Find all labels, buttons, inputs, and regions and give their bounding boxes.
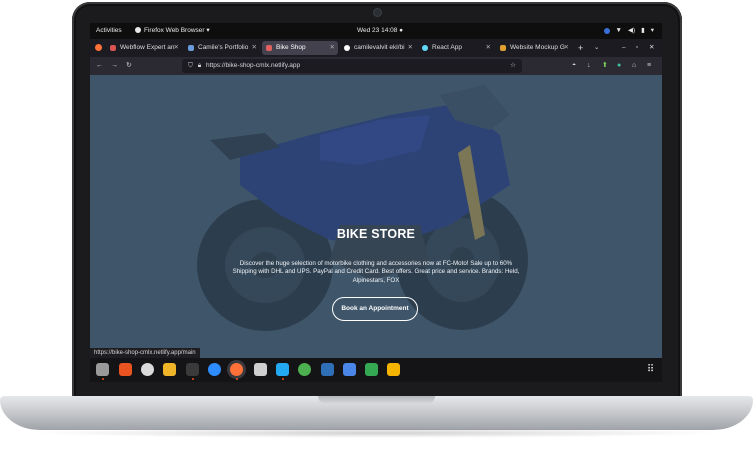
close-tab-icon[interactable]: ✕ [174,41,179,55]
url-text: https://bike-shop-cmlx.netlify.app [205,62,301,69]
running-indicator [192,378,194,380]
activities-button[interactable]: Activities [96,23,122,39]
forward-icon[interactable]: → [111,57,118,75]
screenshot-icon[interactable] [254,363,267,376]
laptop-notch [318,396,435,404]
minimize-icon[interactable]: – [622,41,626,55]
app-menu[interactable]: Firefox Web Browser ▾ [135,23,210,39]
tab-title: Camile's Portfolio [198,44,249,51]
vscode-icon[interactable] [276,363,289,376]
lock-icon: 🔒︎ [197,62,202,69]
chrome-2-icon[interactable] [298,363,311,376]
tab-react-app[interactable]: React App ✕ [418,41,494,55]
software-icon[interactable] [119,363,132,376]
reload-icon[interactable]: ↻ [126,57,132,75]
firefox-view-icon[interactable] [95,44,102,51]
firefox-icon [135,27,141,34]
docs-icon[interactable] [343,363,356,376]
shield-icon: ⛉ [188,62,193,69]
zoom-icon[interactable] [208,363,221,376]
downloads-icon[interactable]: ↓ [587,57,591,75]
terminal-icon[interactable] [186,363,199,376]
dock: ⠿ [90,358,662,382]
slack-icon[interactable] [163,363,176,376]
files-icon[interactable] [96,363,109,376]
kite-icon[interactable] [321,363,334,376]
slides-icon[interactable] [387,363,400,376]
laptop-shadow [30,428,723,438]
tab-bike-shop[interactable]: Bike Shop ✕ [262,41,338,55]
tab-favicon-icon [266,45,272,51]
chrome-icon[interactable] [141,363,154,376]
tab-github[interactable]: camilevalvit ekl/bi ✕ [340,41,416,55]
firefox-icon[interactable] [230,363,243,376]
clock-label: Wed 23 14:08 [357,27,398,34]
address-bar[interactable]: ⛉ 🔒︎ https://bike-shop-cmlx.netlify.app … [182,59,522,73]
github-icon [344,45,350,51]
tab-favicon-icon [188,45,194,51]
close-tab-icon[interactable]: ✕ [564,41,569,55]
tab-website-mockup[interactable]: Website Mockup G ✕ [496,41,572,55]
tab-title: React App [432,44,462,51]
hero-description: Discover the huge selection of motorbike… [232,260,520,284]
running-indicator [102,378,104,380]
page-viewport: BIKE STORE Discover the huge selection o… [90,75,662,358]
react-icon [422,45,428,51]
new-tab-icon[interactable]: + [578,41,583,55]
system-top-bar: Activities Firefox Web Browser ▾ Wed 23 … [90,23,662,39]
page-title: BIKE STORE [336,227,416,241]
system-tray[interactable]: ▼ ◀) ▮ ▾ [603,23,654,39]
tab-title: Webflow Expert an [120,44,175,51]
sheets-icon[interactable] [365,363,378,376]
network-icon[interactable]: ▼ [616,23,622,39]
close-window-icon[interactable]: ✕ [649,41,654,55]
tab-title: Website Mockup G [510,44,565,51]
link-status-bar: https://bike-shop-cmlx.netlify.app/main [90,348,200,358]
app-menu-label: Firefox Web Browser [144,27,205,34]
extension-icon[interactable]: ⬆ [602,57,608,75]
tab-portfolio[interactable]: Camile's Portfolio ✕ [184,41,260,55]
close-tab-icon[interactable]: ✕ [252,41,257,55]
close-tab-icon[interactable]: ✕ [330,41,335,55]
battery-icon[interactable]: ▮ [641,23,645,39]
tab-webflow[interactable]: Webflow Expert an ✕ [106,41,182,55]
running-indicator [282,378,284,380]
app-grid-icon[interactable]: ⠿ [644,363,657,376]
tab-title: Bike Shop [276,44,306,51]
power-icon[interactable]: ▾ [651,23,654,39]
bookmark-star-icon[interactable]: ☆ [510,59,516,73]
tab-favicon-icon [500,45,506,51]
list-tabs-icon[interactable]: ⌄ [594,41,599,55]
running-indicator [236,378,238,380]
browser-nav-bar: ← → ↻ ⛉ 🔒︎ https://bike-shop-cmlx.netlif… [90,57,662,75]
back-icon[interactable]: ← [96,57,103,75]
maximize-icon[interactable]: ▫ [636,41,638,55]
screen: Activities Firefox Web Browser ▾ Wed 23 … [90,23,662,382]
camera-icon [374,9,381,16]
browser-tab-strip: Webflow Expert an ✕ Camile's Portfolio ✕… [90,39,662,57]
vpn-extension-icon[interactable]: ● [617,57,621,75]
clock[interactable]: Wed 23 14:08 ● [357,23,403,39]
pocket-icon[interactable]: ◓ [572,57,576,75]
book-appointment-button[interactable]: Book an Appointment [332,297,418,321]
home-icon[interactable]: ⌂ [632,57,636,75]
user-avatar-icon[interactable] [603,28,610,34]
close-tab-icon[interactable]: ✕ [486,41,491,55]
menu-icon[interactable]: ≡ [647,57,651,75]
close-tab-icon[interactable]: ✕ [408,41,413,55]
tab-title: camilevalvit ekl/bi [354,44,405,51]
tab-favicon-icon [110,45,116,51]
volume-icon[interactable]: ◀) [628,23,635,39]
